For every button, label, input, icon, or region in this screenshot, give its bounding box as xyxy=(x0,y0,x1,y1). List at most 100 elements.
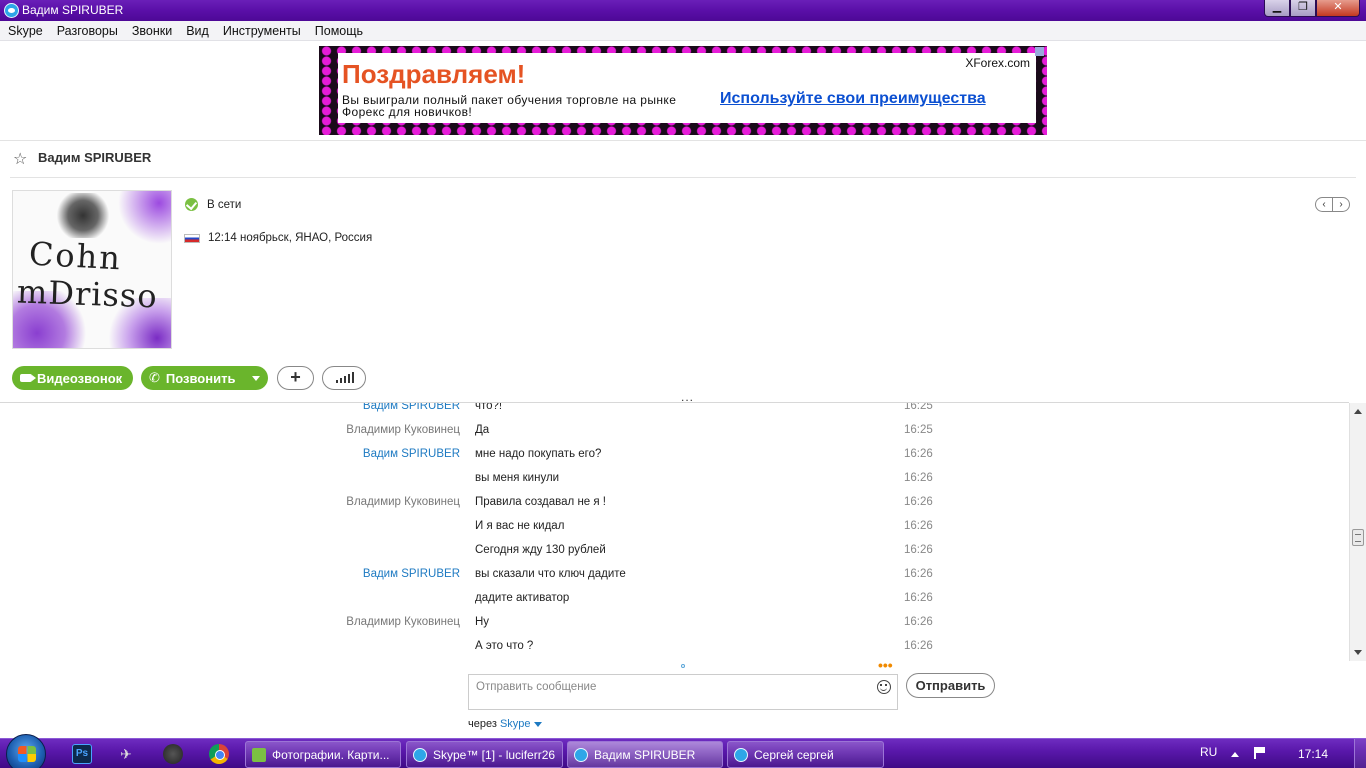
russia-flag-icon xyxy=(184,234,200,243)
photoshop-icon[interactable]: Ps xyxy=(72,744,92,764)
menu-calls[interactable]: Звонки xyxy=(132,24,172,38)
contact-local-time-location: 12:14 ноябрьск, ЯНАО, Россия xyxy=(208,232,373,244)
via-skype-link[interactable]: Skype xyxy=(500,718,531,730)
menu-tools[interactable]: Инструменты xyxy=(223,24,301,38)
contact-name-header: Вадим SPIRUBER xyxy=(38,150,152,165)
message-time: 16:25 xyxy=(904,403,933,412)
message-row[interactable]: А это что ? 16:26 xyxy=(0,637,1349,661)
message-row[interactable]: Сегодня жду 130 рублей 16:26 xyxy=(0,541,1349,565)
scroll-down-arrow-icon[interactable] xyxy=(1354,650,1362,655)
conversation-history[interactable]: Вадим SPIRUBER что?! 16:25 Владимир Куковин… xyxy=(0,403,1349,661)
chevron-right-icon[interactable]: › xyxy=(1333,198,1349,211)
message-row[interactable]: Вадим SPIRUBER мне надо покупать его? 16:2… xyxy=(0,445,1349,469)
message-row[interactable]: дадите активатор 16:26 xyxy=(0,589,1349,613)
call-quality-button[interactable] xyxy=(322,366,366,390)
chrome-icon[interactable] xyxy=(209,744,229,764)
message-row[interactable]: Владимир Куковинец Да 16:25 xyxy=(0,421,1349,445)
message-row[interactable]: вы меня кинули 16:26 xyxy=(0,469,1349,493)
message-row[interactable]: Владимир Куковинец Ну 16:26 xyxy=(0,613,1349,637)
photos-app-icon xyxy=(252,747,266,762)
chevron-down-icon[interactable] xyxy=(533,721,542,727)
skype-icon xyxy=(413,747,427,762)
show-desktop-button[interactable] xyxy=(1354,739,1366,768)
skype-icon xyxy=(734,747,748,762)
message-row[interactable]: Вадим SPIRUBER что?! 16:25 xyxy=(0,403,1349,421)
via-prefix: через xyxy=(468,718,497,730)
taskbar-item-photos[interactable]: Фотографии. Карти... xyxy=(245,741,401,768)
chevron-down-icon[interactable] xyxy=(252,376,260,381)
message-text: Правила создавал не я ! xyxy=(475,496,607,508)
message-row[interactable]: И я вас не кидал 16:26 xyxy=(0,517,1349,541)
message-time: 16:26 xyxy=(904,544,933,556)
ad-banner[interactable]: Поздравляем! Вы выиграли полный пакет об… xyxy=(319,46,1047,135)
maximize-button[interactable]: ❐ xyxy=(1290,0,1316,17)
window-controls: ▁ ❐ ✕ xyxy=(1264,0,1360,18)
contact-avatar[interactable]: Cohn mDrisso xyxy=(12,190,172,349)
signal-bar xyxy=(340,378,342,383)
message-sender[interactable]: Вадим SPIRUBER xyxy=(363,448,460,460)
signal-bar xyxy=(336,380,338,383)
video-call-label: Видеозвонок xyxy=(37,370,123,386)
wow-icon[interactable]: ✈ xyxy=(116,744,136,764)
menu-help[interactable]: Помощь xyxy=(315,24,363,38)
call-label: Позвонить xyxy=(165,370,236,386)
compose-resize-dot[interactable] xyxy=(681,664,685,668)
message-sender[interactable]: Владимир Куковинец xyxy=(346,616,460,628)
contact-status: В сети xyxy=(207,199,242,211)
video-camera-icon xyxy=(20,374,36,382)
taskbar-item-chat-sergey[interactable]: Сергей сергей xyxy=(727,741,884,768)
video-call-button[interactable]: Видеозвонок xyxy=(12,366,133,390)
language-indicator[interactable]: RU xyxy=(1200,745,1217,759)
skype-app-icon xyxy=(4,3,19,18)
start-button[interactable] xyxy=(6,734,46,768)
title-bar: Вадим SPIRUBER ▁ ❐ ✕ xyxy=(0,0,1366,21)
message-time: 16:26 xyxy=(904,448,933,460)
add-people-button[interactable]: + xyxy=(277,366,314,390)
divider xyxy=(10,177,1356,178)
more-options-dots-icon[interactable]: ••• xyxy=(878,658,893,672)
message-compose-box[interactable] xyxy=(468,674,898,710)
close-button[interactable]: ✕ xyxy=(1316,0,1360,17)
taskbar-item-label: Фотографии. Карти... xyxy=(272,747,390,762)
signal-bar xyxy=(348,374,350,383)
taskbar-item-chat-vadim[interactable]: Вадим SPIRUBER xyxy=(567,741,723,768)
message-input[interactable] xyxy=(476,679,856,695)
signal-bar xyxy=(344,376,346,383)
menu-conversations[interactable]: Разговоры xyxy=(57,24,118,38)
avatar-text-line1: Cohn xyxy=(28,234,123,278)
call-button[interactable]: ✆ Позвонить xyxy=(141,366,268,390)
send-button[interactable]: Отправить xyxy=(906,673,995,698)
minimize-button[interactable]: ▁ xyxy=(1264,0,1290,17)
message-sender[interactable]: Вадим SPIRUBER xyxy=(363,403,460,412)
message-sender[interactable]: Владимир Куковинец xyxy=(346,424,460,436)
adchoices-icon[interactable] xyxy=(1035,47,1044,56)
ad-cta-link[interactable]: Используйте свои преимущества xyxy=(720,90,986,108)
favorite-star-icon[interactable]: ☆ xyxy=(13,149,27,169)
message-sender[interactable]: Владимир Куковинец xyxy=(346,496,460,508)
message-text: Ну xyxy=(475,616,490,628)
message-row[interactable]: Владимир Куковинец Правила создавал не я … xyxy=(0,493,1349,517)
message-row[interactable]: Вадим SPIRUBER вы сказали что ключ дадите… xyxy=(0,565,1349,589)
world-of-tanks-icon[interactable] xyxy=(163,744,183,764)
chat-scrollbar[interactable] xyxy=(1349,403,1366,661)
taskbar-item-skype-main[interactable]: Skype™ [1] - luciferr26 xyxy=(406,741,563,768)
scrollbar-thumb[interactable] xyxy=(1352,529,1364,546)
avatar-text-line2: mDrisso xyxy=(16,272,159,316)
menu-skype[interactable]: Skype xyxy=(8,24,43,38)
chevron-left-icon[interactable]: ‹ xyxy=(1316,198,1333,211)
emoticon-icon[interactable] xyxy=(877,680,891,694)
message-time: 16:26 xyxy=(904,568,933,580)
online-status-icon xyxy=(185,198,198,211)
show-hidden-icons-icon[interactable] xyxy=(1231,752,1239,757)
taskbar-item-label: Вадим SPIRUBER xyxy=(594,747,696,762)
action-center-flag-icon[interactable] xyxy=(1254,747,1266,759)
scroll-up-arrow-icon[interactable] xyxy=(1354,409,1362,414)
menu-view[interactable]: Вид xyxy=(186,24,209,38)
taskbar-item-label: Сергей сергей xyxy=(754,747,834,762)
message-time: 16:26 xyxy=(904,472,933,484)
message-sender[interactable]: Вадим SPIRUBER xyxy=(363,568,460,580)
system-clock[interactable]: 17:14 xyxy=(1298,747,1328,761)
ad-headline: Поздравляем! xyxy=(342,59,526,89)
ad-content: Поздравляем! Вы выиграли полный пакет об… xyxy=(338,53,1036,123)
taskbar-item-label: Skype™ [1] - luciferr26 xyxy=(433,747,556,762)
